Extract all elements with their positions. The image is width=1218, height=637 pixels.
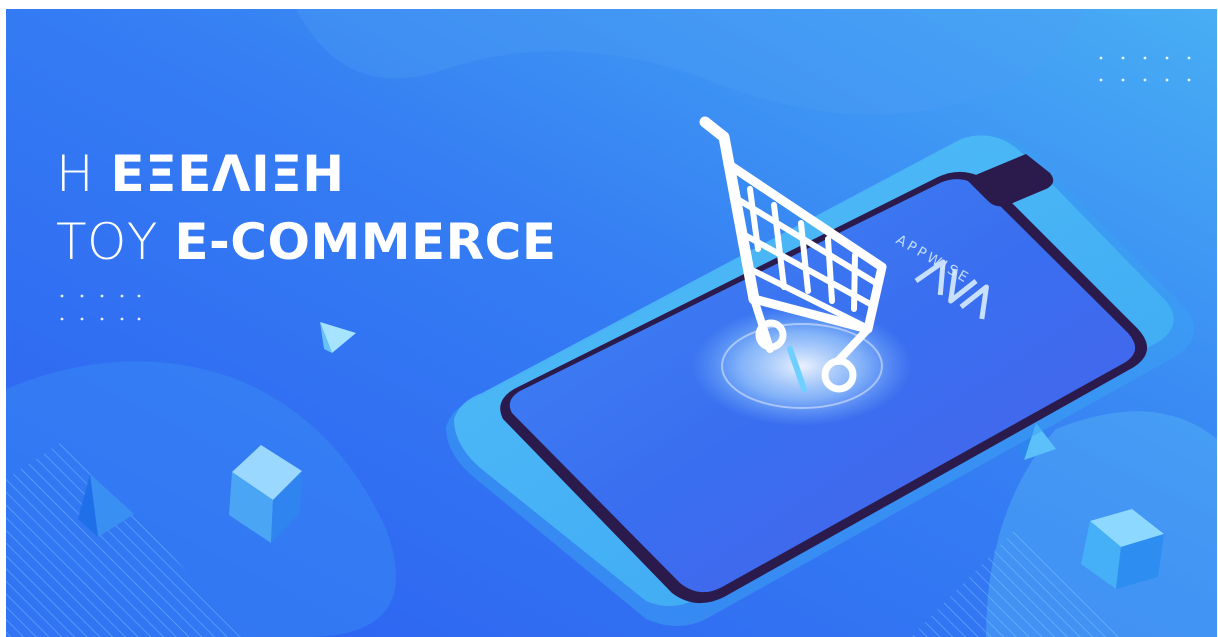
headline-line-1: Η ΕΞΕΛΙΞΗ	[56, 143, 556, 211]
headline-line-1-light: Η	[56, 145, 111, 203]
banner-artwork	[6, 9, 1217, 637]
headline-line-2-light: ΤΟΥ	[56, 213, 175, 271]
headline-line-2-bold: E-COMMERCE	[174, 213, 557, 271]
headline: Η ΕΞΕΛΙΞΗ ΤΟΥ E-COMMERCE	[56, 143, 556, 279]
headline-line-2: ΤΟΥ E-COMMERCE	[56, 211, 556, 279]
hero-banner: Η ΕΞΕΛΙΞΗ ΤΟΥ E-COMMERCE APPWISE	[6, 9, 1217, 637]
headline-line-1-bold: ΕΞΕΛΙΞΗ	[110, 145, 345, 203]
